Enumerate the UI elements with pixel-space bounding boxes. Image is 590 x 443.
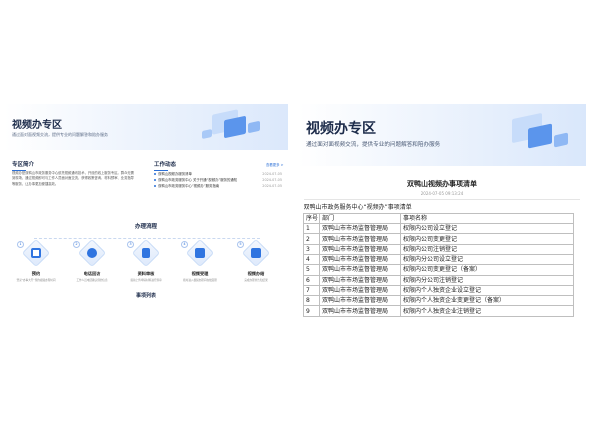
table-cell: 双鸭山市市场监督管理局 [319,284,401,297]
step-label: 视频受理 [191,271,209,276]
table-cell: 权限内分公司注销登记 [399,274,575,286]
table-cell: 2 [303,233,320,245]
table-cell: 双鸭山市市场监督管理局 [319,305,401,317]
process-step-appointment: 1 预约 登录“办事大厅”预约视频办理时间 [12,238,60,283]
banner-title: 视频办专区 [12,120,62,131]
divider [304,199,580,200]
table-row: 4 双鸭山市市场监督管理局 权限内分公司设立登记 [303,253,575,266]
table-cell: 权限内公司变更登记 [399,233,575,245]
item-list-heading: 事项列表 [135,293,156,299]
table-cell: 权限内个人独资企业变更登记（备案） [399,295,575,307]
table-cell: 权限内公司变更登记（备案） [399,264,575,276]
table-cell: 双鸭山市市场监督管理局 [319,264,401,276]
news-item[interactable]: 双鸭山市政务服务中心“视频办”服务指南 2024-07-05 [154,183,282,189]
table-row: 8 双鸭山市市场监督管理局 权限内个人独资企业变更登记（备案） [303,295,575,307]
step-desc: 完成办理并告知结果 [244,279,268,282]
step-label: 资料审核 [137,271,155,276]
step-desc: 工作人员电话确认预约信息 [76,279,108,282]
table-cell: 权限内公司注销登记 [399,243,575,255]
table-row: 5 双鸭山市市场监督管理局 权限内公司变更登记（备案） [303,264,575,276]
table-row: 9 双鸭山市市场监督管理局 权限内个人独资企业注销登记 [303,305,575,317]
process-step-video-accept: 4 视频受理 按时进入视频办理间在线受理 [176,238,224,283]
phone-icon [87,248,97,258]
video-play-icon [251,248,261,258]
table-cell: 1 [303,223,320,235]
table-cell: 权限内个人独资企业设立登记 [399,284,575,297]
table-row: 6 双鸭山市市场监督管理局 权限内分公司注销登记 [303,274,575,286]
qr-code-icon [31,248,41,258]
right-page-screenshot: 视频办专区 通过面对面视频交流，提供专业的问题解答和陪办服务 双鸭山视频办事项清… [298,104,586,334]
table-cell: 双鸭山市市场监督管理局 [319,233,401,245]
table-caption: 双鸭山市政务服务中心“视频办”事项清单 [303,203,574,214]
table-cell: 双鸭山市市场监督管理局 [319,223,401,235]
banner-subtitle: 通过面对面视频交流，提供专业的问题解答和陪办服务 [12,132,108,137]
step-number: 3 [127,241,134,248]
table-cell: 6 [303,274,320,286]
item-list-table: 双鸭山市政务服务中心“视频办”事项清单 序号 部门 事项名称 1 双鸭山市市场监… [303,203,575,317]
table-cell: 9 [303,305,320,317]
news-heading: 工作动态 [154,162,177,171]
step-number: 4 [181,241,188,248]
table-cell: 3 [303,243,320,255]
process-step-callback: 2 电话回访 工作人员电话确认预约信息 [68,238,116,283]
process-step-video-complete: 5 视频办结 完成办理并告知结果 [232,238,280,283]
step-desc: 提前上传申请材料进行预审 [130,279,162,282]
table-cell: 双鸭山市市场监督管理局 [319,243,401,255]
table-cell: 双鸭山市市场监督管理局 [319,274,401,286]
page-banner: 视频办专区 通过面对面视频交流，提供专业的问题解答和陪办服务 [298,104,586,166]
banner-title: 视频办专区 [306,121,376,137]
banner-subtitle: 通过面对面视频交流，提供专业的问题解答和陪办服务 [306,142,441,148]
step-number: 5 [237,241,244,248]
bullet-icon [154,173,156,175]
step-label: 预约 [31,271,41,276]
table-cell: 4 [303,253,320,266]
left-page-screenshot: 视频办专区 通过面对面视频交流，提供专业的问题解答和陪办服务 专区简介 视频办是… [4,104,288,300]
column-header: 序号 [303,212,320,225]
step-desc: 按时进入视频办理间在线受理 [183,279,217,282]
table-cell: 8 [303,295,320,307]
table-cell: 权限内公司设立登记 [399,223,575,235]
table-row: 2 双鸭山市市场监督管理局 权限内公司变更登记 [303,233,575,245]
process-connector [34,238,260,239]
page-banner: 视频办专区 通过面对面视频交流，提供专业的问题解答和陪办服务 [4,104,288,150]
table-row: 1 双鸭山市市场监督管理局 权限内公司设立登记 [303,223,575,235]
news-item-title[interactable]: 双鸭山市政务服务中心“视频办”服务指南 [158,183,219,189]
process-step-review: 3 资料审核 提前上传申请材料进行预审 [122,238,170,283]
document-date: 2024-07-05 09:13:24 [420,191,464,196]
table-cell: 7 [303,284,320,297]
intro-heading: 专区简介 [12,162,35,171]
step-label: 视频办结 [247,271,265,276]
step-label: 电话回访 [83,271,101,276]
intro-text: 视频办是双鸭山市政务服务中心依托视频通讯技术，开设的线上服务专区。群众无需到现场… [12,171,134,186]
table-cell: 双鸭山市市场监督管理局 [319,295,401,307]
news-list: 双鸭山视频办服务清单 2024-07-05 双鸭山市政务服务中心 关于开通“视频… [154,171,282,189]
document-title: 双鸭山视频办事项清单 [407,180,477,188]
table-cell: 权限内个人独资企业注销登记 [399,305,575,317]
table-cell: 双鸭山市市场监督管理局 [319,253,401,266]
table-cell: 权限内分公司设立登记 [399,253,575,266]
step-desc: 登录“办事大厅”预约视频办理时间 [16,279,56,282]
column-header: 部门 [319,212,401,225]
column-header: 事项名称 [399,212,575,225]
bullet-icon [154,185,156,187]
news-more-link[interactable]: 查看更多 > [266,162,283,167]
process-heading: 办理流程 [134,224,157,230]
news-item-date: 2024-07-05 [262,184,282,188]
table-caption-row: 双鸭山市政务服务中心“视频办”事项清单 [303,203,574,214]
table-row: 3 双鸭山市市场监督管理局 权限内公司注销登记 [303,243,575,255]
step-number: 1 [17,241,24,248]
video-play-icon [195,248,205,258]
table-row: 7 双鸭山市市场监督管理局 权限内个人独资企业设立登记 [303,284,575,297]
bullet-icon [154,179,156,181]
table-cell: 5 [303,264,320,276]
document-icon [142,248,150,258]
table-header-row: 序号 部门 事项名称 [303,212,575,225]
step-number: 2 [73,241,80,248]
